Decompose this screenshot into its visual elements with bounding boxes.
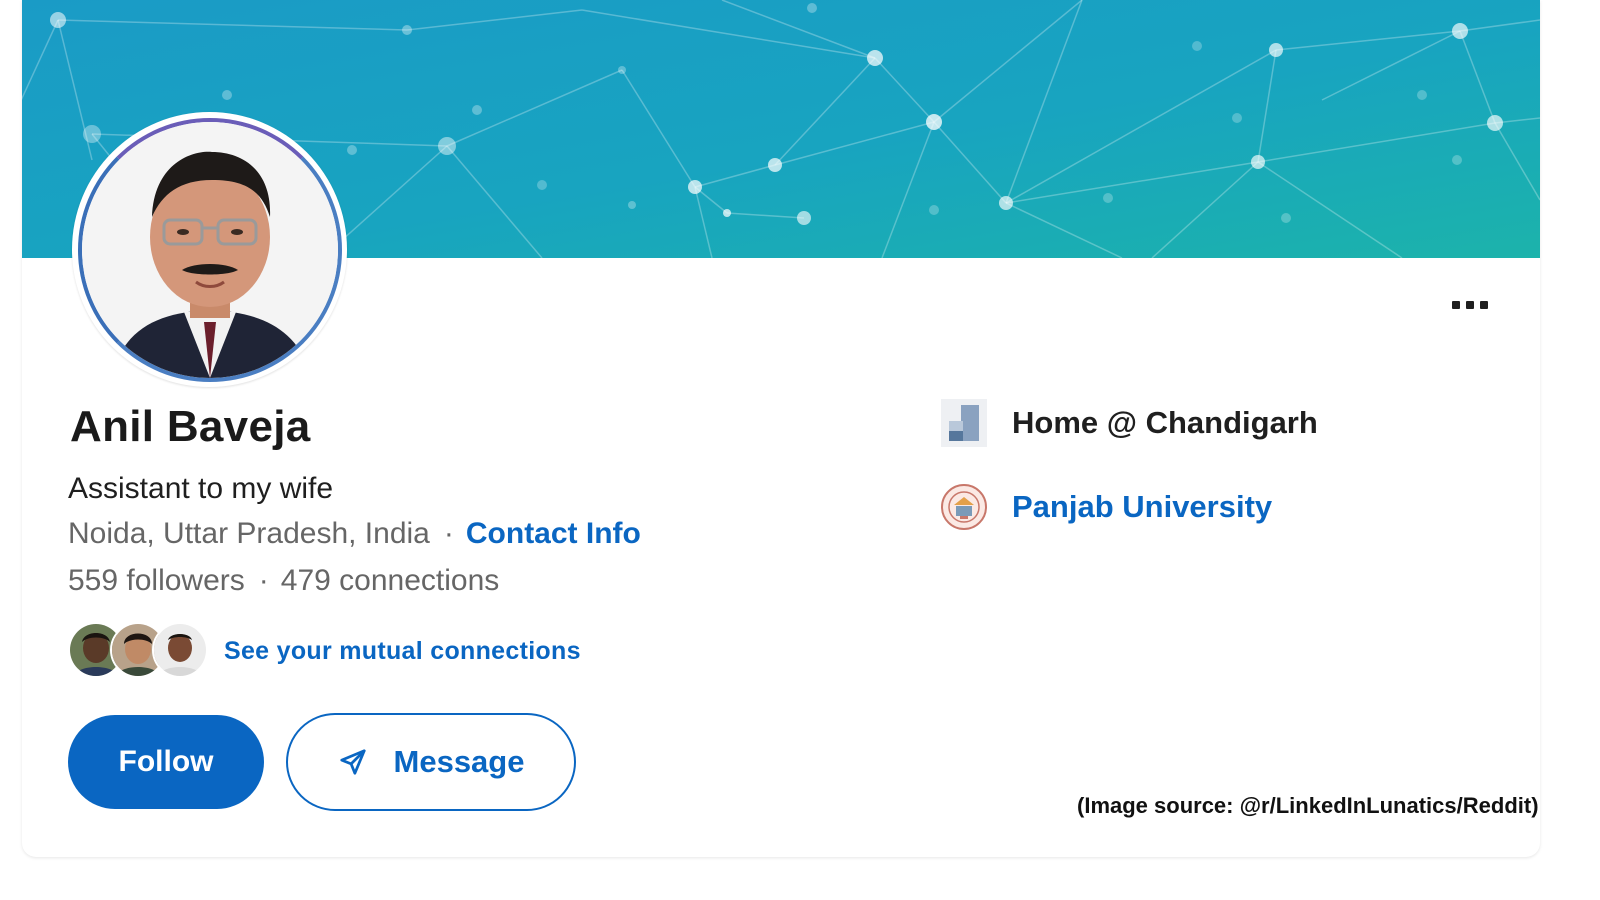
followers-count: 559 followers (68, 564, 245, 597)
follow-button[interactable]: Follow (68, 715, 264, 809)
education-school[interactable]: Panjab University (940, 482, 1272, 532)
mutual-connections[interactable]: See your mutual connections (68, 620, 581, 682)
separator-dot: · (443, 517, 454, 550)
see-mutual-connections-link[interactable]: See your mutual connections (224, 637, 581, 666)
profile-headline: Assistant to my wife (68, 472, 334, 505)
message-button[interactable]: Message (286, 713, 576, 811)
company-logo-icon (940, 398, 988, 448)
more-horizontal-icon (1452, 301, 1460, 309)
contact-info-link[interactable]: Contact Info (466, 517, 641, 550)
profile-card: Anil Baveja Assistant to my wife Noida, … (22, 0, 1540, 857)
network-stats-row: 559 followers · 479 connections (68, 564, 499, 598)
send-icon (339, 749, 366, 775)
connections-count[interactable]: 479 connections (281, 564, 500, 597)
university-seal-icon (940, 482, 988, 532)
school-name: Panjab University (1012, 489, 1273, 524)
mutual-connection-avatars (68, 620, 208, 682)
more-actions-button[interactable] (1446, 287, 1494, 323)
separator-dot: · (258, 564, 269, 597)
mutual-avatar (152, 622, 208, 678)
profile-photo-image (77, 117, 342, 382)
location-row: Noida, Uttar Pradesh, India · Contact Info (68, 517, 641, 551)
company-name: Home @ Chandigarh (1012, 405, 1318, 440)
profile-photo[interactable] (72, 112, 347, 387)
current-company[interactable]: Home @ Chandigarh (940, 398, 1318, 448)
profile-name: Anil Baveja (70, 402, 311, 451)
profile-location: Noida, Uttar Pradesh, India (68, 517, 430, 550)
message-button-label: Message (393, 744, 525, 779)
image-source-caption: (Image source: @r/LinkedInLunatics/Reddi… (1077, 793, 1539, 818)
